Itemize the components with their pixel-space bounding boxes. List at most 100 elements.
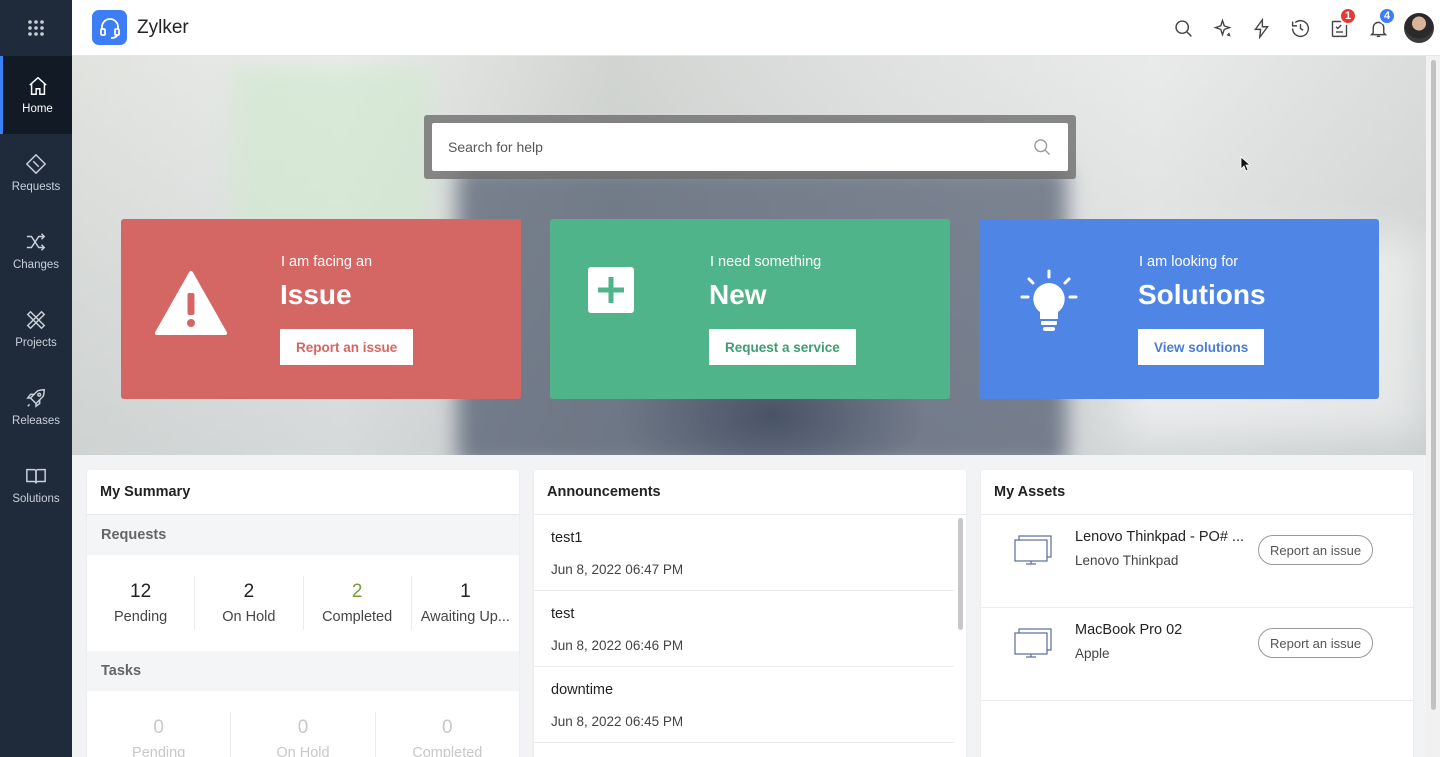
stat-completed[interactable]: 2 Completed	[304, 576, 412, 630]
panel-title: Announcements	[534, 470, 966, 515]
announcement-title: downtime	[551, 682, 614, 698]
asset-item[interactable]: MacBook Pro 02 Apple Report an issue	[981, 608, 1413, 701]
hero-background	[232, 66, 432, 236]
requests-section-heading: Requests	[87, 515, 519, 555]
stat-pending[interactable]: 0 Pending	[87, 712, 232, 757]
stat-label: On Hold	[276, 745, 330, 757]
rocket-icon	[26, 389, 45, 408]
tasks-stats: 0 Pending 0 On Hold 0 Completed	[87, 691, 519, 757]
tasks-section-heading: Tasks	[87, 651, 519, 691]
stat-on-hold[interactable]: 0 On Hold	[231, 712, 376, 757]
sidebar-item-projects[interactable]: Projects	[0, 290, 72, 368]
tasks-button[interactable]: 1	[1320, 0, 1359, 56]
sidebar-item-requests[interactable]: Requests	[0, 134, 72, 212]
sidebar-item-label: Requests	[11, 181, 61, 193]
quick-actions-button[interactable]	[1242, 0, 1281, 56]
announcements-panel: Announcements test1 Jun 8, 2022 06:47 PM…	[534, 470, 966, 757]
stat-value: 12	[130, 581, 152, 602]
stat-awaiting-update[interactable]: 1 Awaiting Up...	[412, 576, 519, 630]
my-assets-panel: My Assets Lenovo Thinkpad - PO# ... Leno…	[981, 470, 1413, 757]
sidebar-item-label: Projects	[15, 337, 57, 349]
sparkle-icon	[1213, 17, 1232, 37]
stat-value: 0	[297, 717, 309, 738]
announcement-item[interactable]: downtime Jun 8, 2022 06:45 PM	[534, 667, 954, 743]
search-box	[432, 123, 1068, 171]
asset-item[interactable]: Lenovo Thinkpad - PO# ... Lenovo Thinkpa…	[981, 515, 1413, 608]
history-icon	[1291, 19, 1310, 37]
book-icon	[26, 468, 46, 484]
brand[interactable]: Zylker	[92, 10, 189, 45]
stat-label: Awaiting Up...	[420, 609, 510, 625]
solutions-card[interactable]: I am looking for Solutions View solution…	[979, 219, 1379, 399]
stat-pending[interactable]: 12 Pending	[87, 576, 196, 630]
stat-label: Pending	[114, 609, 168, 625]
issue-card[interactable]: I am facing an Issue Report an issue	[121, 219, 521, 399]
announcement-date: Jun 8, 2022 06:46 PM	[551, 638, 684, 653]
sidebar-item-home[interactable]: Home	[0, 56, 72, 134]
search-icon	[1175, 19, 1192, 37]
report-issue-button[interactable]: Report an issue	[1258, 628, 1374, 658]
home-icon	[28, 76, 47, 95]
stat-value: 2	[351, 581, 363, 602]
announcement-title: test1	[551, 530, 583, 546]
report-issue-button[interactable]: Report an issue	[1258, 535, 1374, 565]
sidebar-item-releases[interactable]: Releases	[0, 368, 72, 446]
sidebar-item-solutions[interactable]: Solutions	[0, 446, 72, 524]
panel-title: My Summary	[87, 470, 519, 515]
notifications-badge: 4	[1378, 7, 1396, 25]
stat-value: 0	[442, 717, 453, 738]
card-subtitle: I am facing an	[281, 254, 373, 270]
page-scrollbar-thumb[interactable]	[1431, 60, 1436, 710]
ticket-icon	[25, 153, 47, 175]
mouse-cursor-icon	[1240, 156, 1250, 172]
lightbulb-icon	[1020, 269, 1078, 331]
announcement-item[interactable]: test1 Jun 8, 2022 06:47 PM	[534, 515, 954, 591]
my-summary-panel: My Summary Requests 12 Pending 2 On Hold…	[87, 470, 519, 757]
stat-value: 0	[153, 717, 164, 738]
lightning-icon	[1254, 17, 1270, 39]
stat-on-hold[interactable]: 2 On Hold	[195, 576, 304, 630]
warning-icon	[155, 271, 227, 335]
assistant-button[interactable]	[1203, 0, 1242, 56]
top-bar: Zylker 1 4	[72, 0, 1440, 56]
card-subtitle: I am looking for	[1139, 254, 1239, 270]
search-icon[interactable]	[1032, 137, 1052, 157]
card-title: Solutions	[1138, 279, 1266, 310]
announcements-scrollbar[interactable]	[958, 518, 963, 630]
asset-name[interactable]: MacBook Pro 02	[1075, 622, 1245, 638]
announcement-item[interactable]: test Jun 8, 2022 06:46 PM	[534, 591, 954, 667]
stat-value: 2	[243, 581, 255, 602]
headset-logo-icon	[92, 10, 127, 45]
sidebar-item-label: Home	[22, 103, 53, 115]
stat-value: 1	[460, 581, 471, 602]
history-button[interactable]	[1281, 0, 1320, 56]
sidebar-item-label: Changes	[12, 259, 60, 271]
plus-icon	[588, 267, 634, 313]
announcement-title: test	[551, 606, 575, 622]
left-sidebar: Home Requests Changes Projects Releases …	[0, 0, 72, 757]
stat-label: Pending	[132, 745, 186, 757]
search-input[interactable]	[448, 139, 1032, 155]
tasks-badge: 1	[1339, 7, 1357, 25]
new-request-card[interactable]: I need something New Request a service	[550, 219, 950, 399]
stat-label: On Hold	[222, 609, 276, 625]
stat-completed[interactable]: 0 Completed	[376, 712, 519, 757]
announcement-date: Jun 8, 2022 06:47 PM	[551, 562, 684, 577]
requests-stats: 12 Pending 2 On Hold 2 Completed 1 Await…	[87, 555, 519, 651]
app-name: Zylker	[137, 16, 189, 38]
stat-label: Completed	[322, 609, 393, 625]
page-scrollbar[interactable]	[1426, 56, 1440, 757]
notifications-button[interactable]: 4	[1359, 0, 1398, 56]
hero-banner: I am facing an Issue Report an issue I n…	[72, 56, 1426, 455]
report-issue-button[interactable]: Report an issue	[280, 329, 414, 365]
search-button[interactable]	[1164, 0, 1203, 56]
request-service-button[interactable]: Request a service	[709, 329, 856, 365]
app-launcher-button[interactable]	[0, 0, 72, 56]
view-solutions-button[interactable]: View solutions	[1138, 329, 1265, 365]
grid-icon	[28, 20, 44, 36]
sidebar-item-changes[interactable]: Changes	[0, 212, 72, 290]
avatar[interactable]	[1404, 13, 1434, 43]
asset-name[interactable]: Lenovo Thinkpad - PO# ...	[1075, 529, 1245, 545]
projects-icon	[26, 310, 46, 330]
asset-model: Lenovo Thinkpad	[1075, 553, 1179, 568]
